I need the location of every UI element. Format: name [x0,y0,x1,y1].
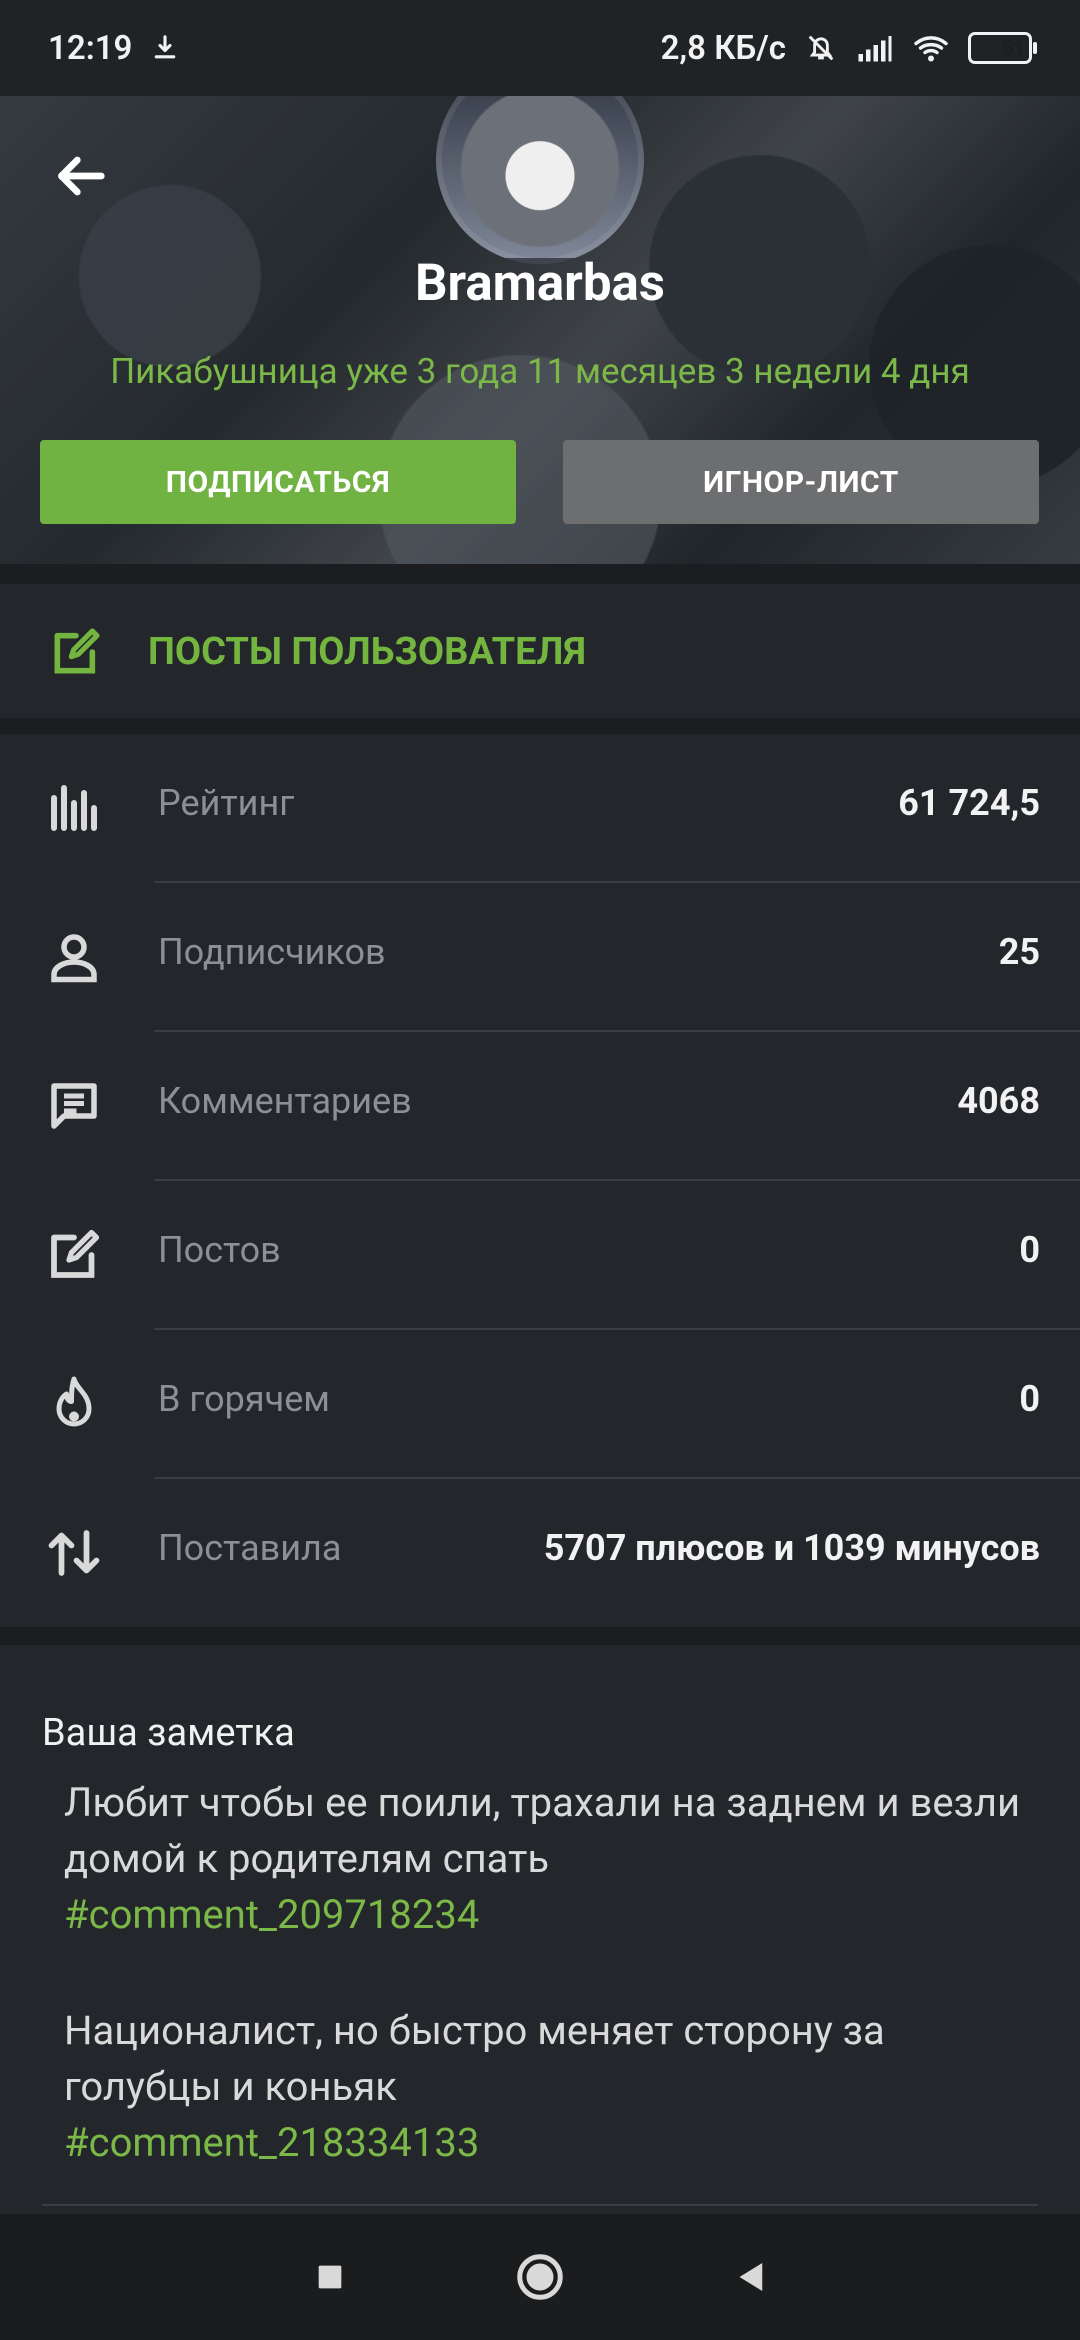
chart-icon [44,778,104,838]
download-icon [150,33,180,63]
stat-value: 5707 плюсов и 1039 минусов [543,1527,1040,1569]
network-speed: 2,8 КБ/с [660,28,786,68]
stat-row-votes: Поставила 5707 плюсов и 1039 минусов [0,1479,1080,1628]
home-button[interactable] [510,2247,570,2307]
stat-label: Подписчиков [158,931,386,973]
stat-value: 0 [1019,1378,1040,1420]
user-posts-label: ПОСТЫ ПОЛЬЗОВАТЕЛЯ [148,630,586,674]
stat-value: 4068 [957,1080,1040,1122]
note-entry-text: Любит чтобы ее поили, трахали на заднем … [64,1779,1021,1882]
profile-header: Bramarbas Пикабушница уже 3 года 11 меся… [0,96,1080,564]
status-bar: 12:19 2,8 КБ/с 51 [0,0,1080,96]
membership-duration: Пикабушница уже 3 года 11 месяцев 3 неде… [110,351,970,392]
comment-link[interactable]: #comment_209718234 [64,1887,1024,1943]
stat-row-comments: Комментариев 4068 [0,1032,1080,1181]
ignore-list-button[interactable]: ИГНОР-ЛИСТ [563,440,1039,524]
status-time: 12:19 [48,28,133,68]
stat-label: Поставила [158,1527,342,1569]
note-title: Ваша заметка [42,1711,295,1755]
edit-icon [48,624,104,680]
battery-icon: 51 [968,32,1037,64]
person-icon [44,927,104,987]
stat-value: 25 [998,931,1040,973]
stat-value: 0 [1019,1229,1040,1271]
stat-label: В горячем [158,1378,331,1420]
comment-icon [44,1076,104,1136]
note-entry: Любит чтобы ее поили, трахали на заднем … [64,1775,1024,1943]
back-arrow-icon[interactable] [48,144,112,208]
stat-row-subscribers: Подписчиков 25 [0,883,1080,1032]
signal-icon [856,33,894,63]
fire-icon [44,1374,104,1434]
note-entry-text: Националист, но быстро меняет сторону за… [64,2007,885,2110]
subscribe-button[interactable]: ПОДПИСАТЬСЯ [40,440,516,524]
stat-value: 61 724,5 [898,782,1040,824]
wifi-icon [912,33,950,63]
stat-label: Постов [158,1229,281,1271]
swap-vertical-icon [44,1523,104,1583]
comment-link[interactable]: #comment_218334133 [64,2115,1024,2171]
battery-level: 51 [1001,36,1025,60]
edit-icon [44,1225,104,1285]
recents-button[interactable] [300,2247,360,2307]
stat-label: Комментариев [158,1080,412,1122]
note-entry: Националист, но быстро меняет сторону за… [64,2003,1024,2171]
stat-label: Рейтинг [158,782,295,824]
user-posts-link[interactable]: ПОСТЫ ПОЛЬЗОВАТЕЛЯ [0,584,1080,718]
back-button[interactable] [720,2247,780,2307]
stats-list: Рейтинг 61 724,5 Подписчиков 25 Коммента… [0,734,1080,1627]
stat-row-rating: Рейтинг 61 724,5 [0,734,1080,883]
stat-row-posts: Постов 0 [0,1181,1080,1330]
username: Bramarbas [414,254,665,313]
user-note: Ваша заметка Любит чтобы ее поили, траха… [0,1645,1080,2230]
bell-muted-icon [804,31,838,65]
system-navigation-bar [0,2214,1080,2340]
stat-row-hot: В горячем 0 [0,1330,1080,1479]
